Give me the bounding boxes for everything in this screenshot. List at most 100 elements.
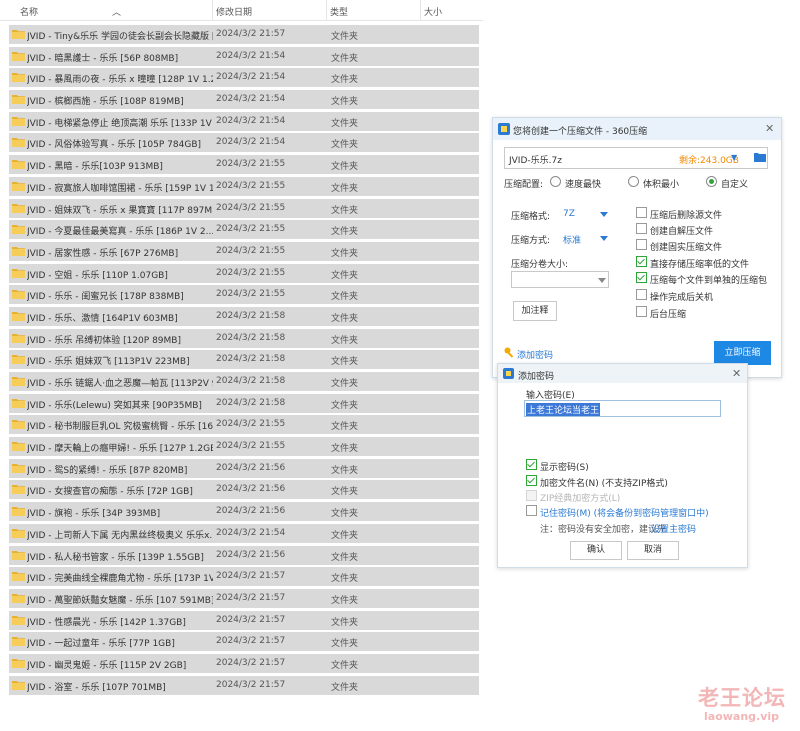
table-row[interactable]: JVID - 乐乐、激情 [164P1V 603MB] 2024/3/2 21:5… [9, 306, 479, 328]
column-divider[interactable] [420, 0, 421, 20]
checkbox-remember[interactable] [526, 505, 537, 516]
chevron-down-icon[interactable] [600, 236, 608, 241]
checkbox-encrypt-names[interactable] [526, 475, 537, 486]
column-name[interactable]: 名称 [20, 5, 38, 18]
checkbox-delete-source[interactable] [636, 207, 647, 218]
checkbox-label[interactable]: 直接存储压缩率低的文件 [650, 257, 749, 270]
table-row[interactable]: JVID - 寂寞旅人咖啡馆围裙 - 乐乐 [159P 1V 1.... 2024… [9, 176, 479, 198]
checkbox-label[interactable]: 记住密码(M) (将会备份到密码管理窗口中) [540, 506, 709, 519]
checkbox-background[interactable] [636, 306, 647, 317]
file-type: 文件夹 [331, 552, 359, 563]
table-row[interactable]: JVID - 幽灵鬼姬 - 乐乐 [115P 2V 2GB] 2024/3/2 2… [9, 653, 479, 675]
radio-small-label[interactable]: 体积最小 [643, 177, 679, 190]
table-row[interactable]: JVID - 私人秘书管家 - 乐乐 [139P 1.55GB] 2024/3/2… [9, 545, 479, 567]
split-size-select[interactable] [511, 271, 609, 288]
file-date: 2024/3/2 21:56 [216, 549, 286, 560]
cancel-button[interactable]: 取消 [627, 541, 679, 560]
column-size[interactable]: 大小 [424, 5, 442, 18]
chevron-down-icon[interactable] [600, 212, 608, 217]
filename-field[interactable]: JVID-乐乐.7z 剩余:243.0GB ▼ [504, 147, 768, 169]
table-row[interactable]: JVID - 萬聖節妖豔女魅魔 - 乐乐 [107 591MB] 2024/3/2… [9, 588, 479, 610]
table-row[interactable]: JVID - 完美曲线全裸鹿角尤物 - 乐乐 [173P 1V ... 2024/… [9, 566, 479, 588]
table-row[interactable]: JVID - 槟榔西施 - 乐乐 [108P 819MB] 2024/3/2 21… [9, 89, 479, 111]
checkbox-each-separate[interactable] [636, 272, 647, 283]
column-type[interactable]: 类型 [330, 5, 348, 18]
table-row[interactable]: JVID - 上司新人下属 无内黑丝终极奥义 乐乐x... 2024/3/2 21… [9, 523, 479, 545]
radio-custom-label[interactable]: 自定义 [721, 177, 748, 190]
password-input[interactable]: 上老王论坛当老王 [524, 400, 721, 417]
checkbox-sfx[interactable] [636, 223, 647, 234]
column-divider[interactable] [326, 0, 327, 20]
checkbox-label[interactable]: 创建固实压缩文件 [650, 240, 722, 253]
file-type: 文件夹 [331, 270, 359, 281]
table-row[interactable]: JVID - 今夏最佳最美寫真 - 乐乐 [186P 1V 2.... 2024/… [9, 219, 479, 241]
checkbox-label[interactable]: 加密文件名(N) (不支持ZIP格式) [540, 476, 668, 489]
file-date: 2024/3/2 21:57 [216, 657, 286, 668]
table-row[interactable]: JVID - 姐妹双飞 - 乐乐 x 果寶寶 [117P 897MB] 2024/… [9, 198, 479, 220]
folder-icon [12, 30, 25, 39]
file-type: 文件夹 [331, 205, 359, 216]
folder-icon [12, 160, 25, 170]
file-type: 文件夹 [331, 617, 359, 628]
checkbox-label[interactable]: 创建自解压文件 [650, 224, 713, 237]
checkbox-label[interactable]: 操作完成后关机 [650, 290, 713, 303]
table-row[interactable]: JVID - 乐乐(Lelewu) 突如其来 [90P35MB] 2024/3/2… [9, 393, 479, 415]
table-row[interactable]: JVID - 秘书制服巨乳OL 究极蜜桃臀 - 乐乐 [16... 2024/3/… [9, 414, 479, 436]
table-row[interactable]: JVID - Tiny&乐乐 学园の徒会长副会长隐藏版 [... 2024/3/2… [9, 24, 479, 46]
comment-button[interactable]: 加注释 [513, 301, 557, 321]
method-label: 压缩方式: [511, 236, 551, 246]
set-master-password-link[interactable]: 设置主密码 [651, 522, 696, 535]
table-row[interactable]: JVID - 摩天輪上の癮甲婦! - 乐乐 [127P 1.2GB] 2024/3… [9, 436, 479, 458]
table-row[interactable]: JVID - 黑暗 - 乐乐[103P 913MB] 2024/3/2 21:55… [9, 154, 479, 176]
ok-button[interactable]: 确认 [570, 541, 622, 560]
checkbox-store-low-ratio[interactable] [636, 256, 647, 267]
method-select[interactable]: 标准 [563, 233, 581, 246]
radio-fast[interactable] [550, 176, 561, 187]
table-row[interactable]: JVID - 性感晨光 - 乐乐 [142P 1.37GB] 2024/3/2 2… [9, 610, 479, 632]
table-row[interactable]: JVID - 风俗体验写真 - 乐乐 [105P 784GB] 2024/3/2 … [9, 132, 479, 154]
table-row[interactable]: JVID - 乐乐 姐妹双飞 [113P1V 223MB] 2024/3/2 21… [9, 349, 479, 371]
table-row[interactable]: JVID - 浴室 - 乐乐 [107P 701MB] 2024/3/2 21:5… [9, 675, 479, 697]
watermark-text: 老王论坛 [698, 686, 786, 710]
column-date[interactable]: 修改日期 [216, 5, 252, 18]
checkbox-label[interactable]: 压缩每个文件到单独的压缩包 [650, 273, 767, 286]
file-type: 文件夹 [331, 379, 359, 389]
checkbox-shutdown[interactable] [636, 289, 647, 300]
table-row[interactable]: JVID - 空姐 - 乐乐 [110P 1.07GB] 2024/3/2 21:… [9, 263, 479, 285]
table-row[interactable]: JVID - 女搜查官の痴態 - 乐乐 [72P 1GB] 2024/3/2 21… [9, 479, 479, 501]
chevron-down-icon[interactable] [598, 278, 606, 283]
table-row[interactable]: JVID - 一起过童年 - 乐乐 [77P 1GB] 2024/3/2 21:5… [9, 631, 479, 653]
file-name: JVID - 乐乐、激情 [164P1V 603MB] [27, 313, 178, 324]
radio-fast-label[interactable]: 速度最快 [565, 177, 601, 190]
close-icon[interactable]: ✕ [765, 122, 774, 135]
checkbox-label[interactable]: 后台压缩 [650, 307, 686, 320]
chevron-down-icon[interactable]: ▼ [731, 153, 737, 162]
table-row[interactable]: JVID - 居家性感 - 乐乐 [67P 276MB] 2024/3/2 21:… [9, 241, 479, 263]
radio-small[interactable] [628, 176, 639, 187]
compress-now-button[interactable]: 立即压缩 [714, 341, 771, 365]
radio-custom[interactable] [706, 176, 717, 187]
file-type: 文件夹 [331, 183, 359, 194]
format-select[interactable]: 7Z [563, 209, 575, 219]
file-name: JVID - 暗黑護士 - 乐乐 [56P 808MB] [27, 53, 179, 64]
checkbox-label[interactable]: 显示密码(S) [540, 460, 589, 473]
file-type: 文件夹 [331, 313, 359, 324]
column-divider[interactable] [212, 0, 213, 20]
table-row[interactable]: JVID - 鸳S的紧缚! - 乐乐 [87P 820MB] 2024/3/2 2… [9, 458, 479, 480]
add-password-link[interactable]: 添加密码 [517, 348, 553, 361]
table-row[interactable]: JVID - 乐乐 - 闺蜜兄长 [178P 838MB] 2024/3/2 21… [9, 284, 479, 306]
table-row[interactable]: JVID - 旗袍 - 乐乐 [34P 393MB] 2024/3/2 21:56… [9, 501, 479, 523]
checkbox-solid[interactable] [636, 239, 647, 250]
table-row[interactable]: JVID - 乐乐 吊缚初体验 [120P 89MB] 2024/3/2 21:5… [9, 328, 479, 350]
table-row[interactable]: JVID - 暗黑護士 - 乐乐 [56P 808MB] 2024/3/2 21:… [9, 46, 479, 68]
table-row[interactable]: JVID - 乐乐 链鋸人·血之恶魔—帕瓦 [113P2V 9... 2024/3… [9, 371, 479, 393]
table-row[interactable]: JVID - 电梯紧急停止 绝顶高潮 乐乐 [133P 1V ... 2024/3… [9, 111, 479, 133]
table-row[interactable]: JVID - 暴風雨の夜 - 乐乐 x 曈曈 [128P 1V 1.2... 20… [9, 67, 479, 89]
checkbox-show-password[interactable] [526, 459, 537, 470]
file-type: 文件夹 [331, 335, 359, 346]
close-icon[interactable]: ✕ [732, 367, 741, 380]
folder-browse-icon[interactable] [754, 152, 766, 162]
checkbox-label[interactable]: 压缩后删除源文件 [650, 208, 722, 221]
folder-icon [12, 377, 25, 386]
dialog-title: 添加密码 [518, 372, 555, 382]
